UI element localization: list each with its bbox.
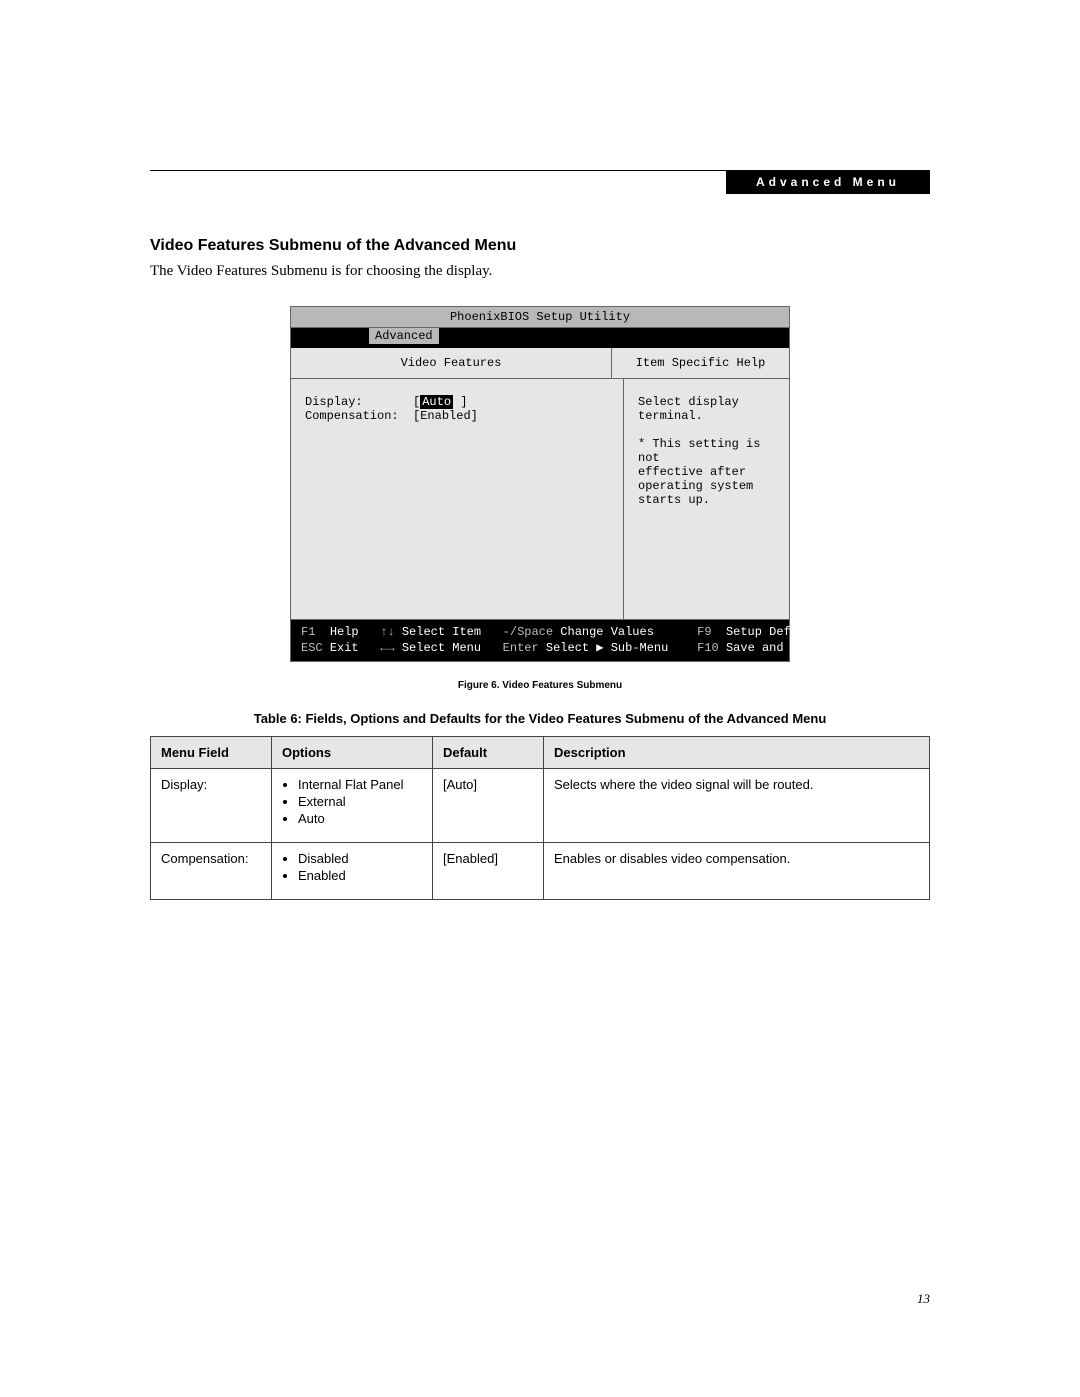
header-tab: Advanced Menu [726,171,930,194]
cell-options: Disabled Enabled [272,843,433,900]
cell-field: Display: [151,769,272,843]
bios-key-space-label: Change Values [560,625,654,639]
bios-key-esc: ESC [301,641,323,655]
bios-key-f10: F10 [697,641,719,655]
bios-display-label: Display: [305,395,363,409]
bios-comp-value: [Enabled] [413,409,478,423]
cell-field: Compensation: [151,843,272,900]
bios-key-f1-label: Help [330,625,359,639]
bios-key-enter-label: Select ▶ Sub-Menu [546,641,668,655]
bios-key-updown: ↑↓ [380,625,394,639]
bios-left-header: Video Features [291,348,612,378]
bios-body: Display: [Auto ] Compensation: [Enabled]… [290,379,790,619]
section-title: Video Features Submenu of the Advanced M… [150,237,930,255]
bios-help-pane: Select display terminal. * This setting … [624,379,789,619]
table-row: Compensation: Disabled Enabled [Enabled]… [151,843,930,900]
bios-title-bar: PhoenixBIOS Setup Utility [290,306,790,328]
cell-default: [Enabled] [433,843,544,900]
cell-description: Enables or disables video compensation. [544,843,930,900]
bios-key-lr: ←→ [380,641,394,655]
bios-key-updown-label: Select Item [402,625,481,639]
bios-key-esc-label: Exit [330,641,359,655]
bios-display-value: Auto [420,395,453,409]
bios-screenshot: PhoenixBIOS Setup Utility Advanced Video… [290,306,790,662]
bios-key-f9-label: Setup Defaults [726,625,827,639]
figure-caption: Figure 6. Video Features Submenu [150,680,930,691]
option-item: Enabled [298,868,422,883]
th-description: Description [544,737,930,769]
bios-pane-headers: Video Features Item Specific Help [290,348,790,379]
option-item: Internal Flat Panel [298,777,422,792]
bios-menu-bar: Advanced [290,328,790,348]
header-rule: Advanced Menu [150,170,930,193]
table-row: Display: Internal Flat Panel External Au… [151,769,930,843]
bios-key-lr-label: Select Menu [402,641,481,655]
bios-comp-label: Compensation: [305,409,399,423]
bios-key-enter: Enter [503,641,539,655]
table-caption: Table 6: Fields, Options and Defaults fo… [150,711,930,726]
th-menu-field: Menu Field [151,737,272,769]
table-header-row: Menu Field Options Default Description [151,737,930,769]
th-default: Default [433,737,544,769]
option-item: External [298,794,422,809]
page-number: 13 [917,1291,930,1307]
option-item: Auto [298,811,422,826]
cell-options: Internal Flat Panel External Auto [272,769,433,843]
bios-active-tab: Advanced [369,328,439,344]
bios-footer: F1 Help ↑↓ Select Item -/Space Change Va… [290,619,790,662]
bios-right-header: Item Specific Help [612,348,789,378]
bios-key-space: -/Space [503,625,553,639]
bios-key-f9: F9 [697,625,711,639]
section-intro: The Video Features Submenu is for choosi… [150,263,930,280]
cell-default: [Auto] [433,769,544,843]
bios-key-f10-label: Save and Exit [726,641,820,655]
cell-description: Selects where the video signal will be r… [544,769,930,843]
option-item: Disabled [298,851,422,866]
options-table: Menu Field Options Default Description D… [150,736,930,900]
bios-key-f1: F1 [301,625,315,639]
bios-fields-pane: Display: [Auto ] Compensation: [Enabled] [291,379,624,619]
document-page: Advanced Menu Video Features Submenu of … [0,0,1080,1397]
th-options: Options [272,737,433,769]
